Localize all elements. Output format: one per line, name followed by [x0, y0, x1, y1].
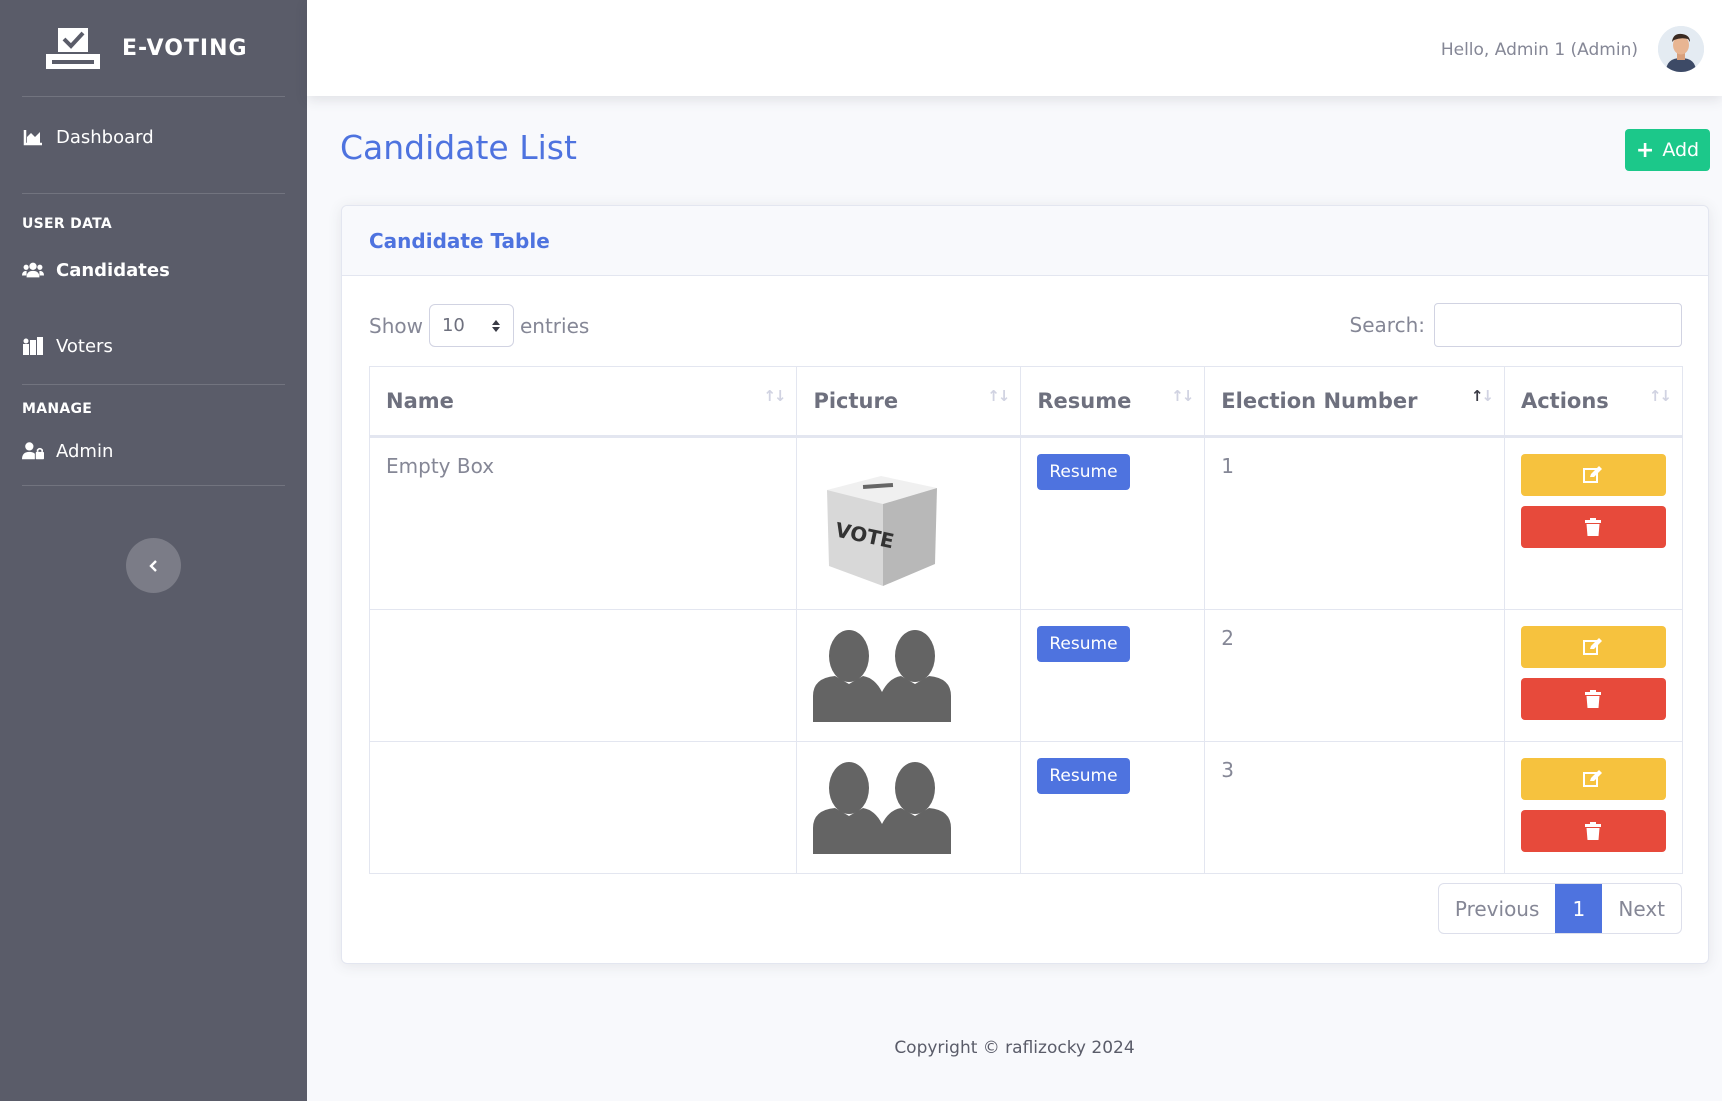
vote-box-image: VOTE [827, 476, 938, 586]
brand[interactable]: E-VOTING [0, 0, 307, 96]
plus-icon: + [1635, 137, 1655, 163]
search-input[interactable] [1434, 303, 1682, 347]
cell-actions [1503, 436, 1684, 610]
cell-resume: Resume [1020, 436, 1206, 610]
cell-election-number: 3 [1204, 741, 1505, 874]
pagination-page-current[interactable]: 1 [1555, 884, 1603, 933]
show-label: Show [369, 313, 423, 338]
chevron-left-icon [148, 559, 157, 572]
trash-icon [1585, 518, 1602, 536]
resume-button[interactable]: Resume [1037, 454, 1130, 490]
table-row: Empty Box VOTE Resume 1 [368, 436, 1684, 610]
delete-button[interactable] [1520, 810, 1666, 852]
add-candidate-button[interactable]: + Add [1625, 129, 1710, 171]
column-header-actions[interactable]: Actions ↑↓ [1503, 366, 1684, 438]
sort-icon: ↑↓ [987, 387, 1010, 405]
cell-picture: VOTE [796, 436, 1022, 610]
sidebar-item-dashboard[interactable]: Dashboard [0, 97, 307, 177]
silhouette-image [813, 762, 952, 854]
delete-button[interactable] [1520, 506, 1666, 548]
footer-copyright: Copyright © raflizocky 2024 [894, 1038, 1135, 1058]
column-header-name[interactable]: Name ↑↓ [368, 366, 798, 438]
table-header-row: Name ↑↓ Picture ↑↓ Resume ↑↓ Election Numbe… [368, 366, 1684, 438]
sidebar-toggle-button[interactable] [126, 538, 181, 593]
sidebar-divider [22, 193, 285, 194]
column-header-picture[interactable]: Picture ↑↓ [796, 366, 1022, 438]
edit-button[interactable] [1520, 454, 1666, 496]
search-label: Search: [1349, 313, 1425, 337]
card-title: Candidate Table [369, 228, 550, 253]
voters-icon [22, 336, 44, 356]
cell-election-number: 1 [1204, 436, 1505, 610]
cell-resume: Resume [1020, 741, 1206, 874]
entries-select[interactable]: 10 [428, 304, 514, 347]
cell-name [368, 609, 798, 742]
entries-value: 10 [441, 315, 465, 336]
edit-icon [1583, 638, 1603, 655]
sort-icon: ↑↓ [763, 387, 786, 405]
sort-asc-icon: ↑↓ [1470, 387, 1494, 405]
trash-icon [1585, 690, 1602, 708]
entries-label: entries [519, 313, 590, 338]
sidebar-item-label: Dashboard [56, 126, 154, 148]
topbar: Hello, Admin 1 (Admin) [307, 0, 1722, 96]
pagination: Previous 1 Next [1437, 883, 1682, 934]
cell-picture [796, 609, 1022, 742]
pagination-next[interactable]: Next [1602, 884, 1681, 933]
entries-length-control: Show 10 entries [369, 304, 589, 347]
add-button-label: Add [1662, 139, 1700, 161]
select-arrows-icon [491, 319, 500, 332]
sidebar-heading-user-data: USER DATA [22, 216, 113, 232]
brand-name: E-VOTING [122, 35, 248, 61]
sidebar-item-label: Candidates [56, 259, 170, 281]
card-header: Candidate Table [342, 206, 1708, 276]
trash-icon [1585, 822, 1602, 840]
edit-button[interactable] [1520, 758, 1666, 800]
sidebar-item-voters[interactable]: Voters [0, 308, 307, 384]
cell-name [368, 741, 798, 874]
sidebar: E-VOTING Dashboard USER DATA Candidates … [0, 0, 307, 1101]
resume-button[interactable]: Resume [1037, 758, 1130, 794]
edit-icon [1583, 466, 1603, 483]
sidebar-divider [22, 485, 285, 486]
cell-election-number: 2 [1204, 609, 1505, 742]
table-row: Resume 2 [368, 609, 1684, 742]
silhouette-image [813, 630, 952, 722]
sidebar-item-label: Voters [56, 335, 113, 357]
search-control: Search: [1350, 303, 1682, 347]
cell-actions [1503, 609, 1684, 742]
sort-icon: ↑↓ [1171, 387, 1194, 405]
edit-button[interactable] [1520, 626, 1666, 668]
column-header-election-number[interactable]: Election Number ↑↓ [1204, 366, 1505, 438]
table-row: Resume 3 [368, 741, 1684, 874]
user-greeting[interactable]: Hello, Admin 1 (Admin) [1441, 40, 1638, 60]
cell-actions [1503, 741, 1684, 874]
avatar[interactable] [1658, 26, 1704, 72]
cell-name: Empty Box [368, 436, 798, 610]
cell-resume: Resume [1020, 609, 1206, 742]
column-header-resume[interactable]: Resume ↑↓ [1020, 366, 1206, 438]
page-title: Candidate List [340, 128, 577, 167]
user-lock-icon [22, 441, 44, 461]
delete-button[interactable] [1520, 678, 1666, 720]
ballot-box-icon [46, 28, 100, 69]
sidebar-item-candidates[interactable]: Candidates [0, 232, 307, 308]
sidebar-heading-manage: MANAGE [22, 401, 93, 417]
cell-picture [796, 741, 1022, 874]
resume-button[interactable]: Resume [1037, 626, 1130, 662]
candidate-table: Name ↑↓ Picture ↑↓ Resume ↑↓ Election Numbe… [368, 366, 1684, 874]
pagination-previous[interactable]: Previous [1439, 884, 1556, 933]
users-icon [22, 260, 44, 280]
candidate-table-card: Candidate Table Show 10 entries Search: … [341, 205, 1709, 964]
sort-icon: ↑↓ [1648, 387, 1672, 405]
chart-area-icon [22, 127, 44, 147]
sidebar-item-admin[interactable]: Admin [0, 417, 307, 485]
edit-icon [1583, 770, 1603, 787]
sidebar-item-label: Admin [56, 440, 114, 462]
